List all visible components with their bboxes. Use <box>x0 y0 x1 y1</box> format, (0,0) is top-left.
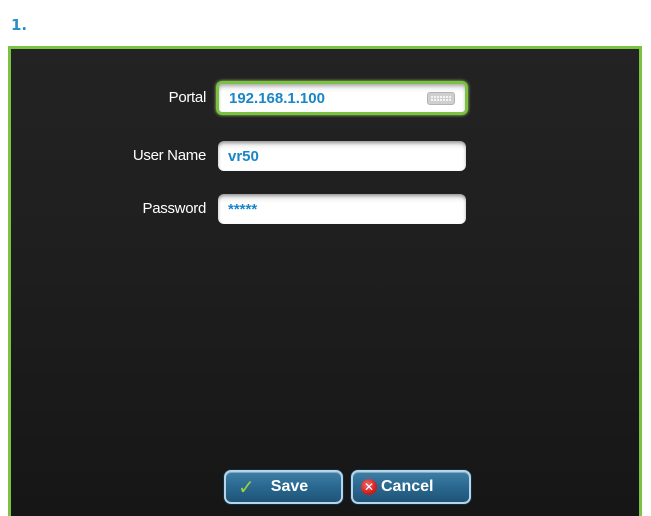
username-input[interactable]: vr50 <box>218 141 466 171</box>
username-value: vr50 <box>228 147 259 165</box>
step-number: 1. <box>11 16 28 34</box>
portal-input[interactable]: 192.168.1.100 <box>216 81 468 115</box>
x-icon: ✕ <box>361 479 377 495</box>
username-label: User Name <box>132 147 206 164</box>
password-row: Password ***** <box>11 192 639 226</box>
password-label: Password <box>142 200 207 217</box>
password-input[interactable]: ***** <box>218 194 466 224</box>
login-panel: Portal 192.168.1.100 User Name vr50 Pass… <box>8 46 642 516</box>
cancel-button-label: Cancel <box>381 478 434 495</box>
cancel-button[interactable]: ✕ Cancel <box>351 470 471 504</box>
keyboard-icon[interactable] <box>427 91 455 105</box>
save-button-label: Save <box>270 478 309 495</box>
save-button[interactable]: ✓ Save <box>224 470 343 504</box>
portal-row: Portal 192.168.1.100 <box>11 81 639 115</box>
portal-label: Portal <box>168 89 207 106</box>
username-row: User Name vr50 <box>11 139 639 173</box>
password-value: ***** <box>228 200 258 218</box>
checkmark-icon: ✓ <box>238 475 255 499</box>
portal-value: 192.168.1.100 <box>229 89 325 107</box>
